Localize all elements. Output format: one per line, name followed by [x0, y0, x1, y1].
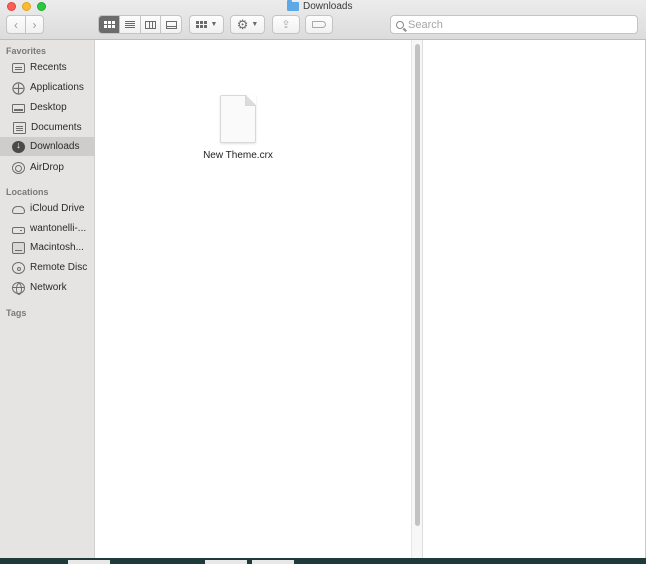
sidebar-item-downloads[interactable]: Downloads — [0, 137, 95, 156]
search-field[interactable] — [390, 15, 638, 34]
group-by-button[interactable]: ▼ — [189, 15, 224, 34]
folder-icon — [287, 0, 299, 11]
chevron-down-icon: ▼ — [251, 21, 259, 28]
sidebar-item-label: Applications — [30, 82, 84, 93]
sidebar-item-label: Downloads — [30, 141, 80, 152]
sidebar-item-recents[interactable]: Recents — [0, 58, 95, 77]
icon-view-button[interactable] — [99, 16, 120, 33]
network-globe-icon — [12, 281, 25, 295]
sidebar-item-airdrop[interactable]: AirDrop — [0, 158, 95, 177]
close-window-button[interactable] — [7, 2, 16, 11]
sidebar-item-applications[interactable]: ⨁ Applications — [0, 78, 95, 97]
back-button[interactable]: ‹ — [7, 16, 25, 33]
sidebar-item-desktop[interactable]: Desktop — [0, 98, 95, 117]
icloud-icon — [12, 206, 25, 214]
sidebar-item-icloud-drive[interactable]: iCloud Drive — [0, 199, 95, 218]
list-icon — [125, 21, 136, 28]
file-name: New Theme.crx — [203, 150, 273, 161]
minimize-window-button[interactable] — [22, 2, 31, 11]
favorites-header: Favorites — [6, 46, 47, 56]
recents-icon — [12, 63, 25, 73]
sidebar-item-macintosh-hd[interactable]: Macintosh... — [0, 238, 95, 257]
share-button[interactable]: ⇪ — [272, 15, 300, 34]
desktop-icon — [12, 104, 25, 113]
list-view-button[interactable] — [119, 16, 140, 33]
tag-icon — [312, 21, 326, 28]
sidebar: Favorites Recents ⨁ Applications Desktop… — [0, 40, 95, 558]
gear-icon: ⚙ — [236, 17, 249, 32]
window-title-text: Downloads — [303, 1, 353, 12]
external-drive-icon — [12, 227, 25, 234]
group-grid-icon — [195, 21, 207, 28]
sidebar-item-label: Documents — [31, 122, 82, 133]
toolbar: Downloads ‹ › ▼ ⚙ ▼ ⇪ Search — [0, 0, 646, 40]
sidebar-item-label: Remote Disc — [30, 262, 88, 273]
share-icon: ⇪ — [281, 19, 291, 31]
sidebar-item-label: AirDrop — [30, 162, 64, 173]
documents-icon — [13, 121, 26, 134]
action-menu-button[interactable]: ⚙ ▼ — [230, 15, 265, 34]
document-icon — [220, 95, 256, 143]
file-item[interactable]: New Theme.crx — [198, 95, 278, 161]
hard-drive-icon — [12, 241, 25, 254]
column-view-button[interactable] — [139, 16, 161, 33]
gallery-icon — [165, 20, 177, 29]
sidebar-item-documents[interactable]: Documents — [0, 118, 95, 137]
navigation-buttons: ‹ › — [6, 15, 44, 34]
sidebar-item-network[interactable]: Network — [0, 278, 95, 297]
sidebar-item-label: Recents — [30, 62, 67, 73]
vertical-scrollbar[interactable] — [411, 40, 423, 558]
sidebar-item-remote-disc[interactable]: Remote Disc — [0, 258, 95, 277]
locations-header: Locations — [6, 187, 49, 197]
sidebar-item-label: wantonelli-... — [30, 223, 87, 234]
sidebar-item-label: Macintosh... — [30, 242, 84, 253]
gallery-view-button[interactable] — [160, 16, 181, 33]
tags-header: Tags — [6, 308, 27, 318]
window-title: Downloads — [287, 0, 352, 13]
sidebar-item-label: Desktop — [30, 102, 67, 113]
sidebar-item-label: iCloud Drive — [30, 203, 85, 214]
sidebar-item-external-drive[interactable]: wantonelli-... — [0, 219, 95, 238]
file-icon-view: New Theme.crx — [95, 40, 411, 558]
zoom-window-button[interactable] — [37, 2, 46, 11]
icon-grid-icon — [103, 21, 115, 28]
search-input[interactable] — [408, 18, 628, 31]
disc-icon — [12, 261, 25, 274]
airdrop-icon — [12, 161, 25, 174]
taskbar-strip — [0, 558, 646, 564]
search-icon — [396, 20, 404, 29]
sidebar-item-label: Network — [30, 282, 67, 293]
applications-icon: ⨁ — [12, 80, 25, 95]
forward-button[interactable]: › — [24, 16, 43, 33]
scrollbar-thumb[interactable] — [415, 44, 420, 526]
edit-tags-button[interactable] — [305, 15, 333, 34]
downloads-icon — [12, 140, 25, 153]
columns-icon — [145, 20, 157, 29]
finder-window: Downloads ‹ › ▼ ⚙ ▼ ⇪ Search Favorites R… — [0, 0, 646, 558]
preview-pane — [423, 40, 645, 558]
chevron-down-icon: ▼ — [210, 21, 218, 28]
view-mode-selector — [98, 15, 182, 34]
